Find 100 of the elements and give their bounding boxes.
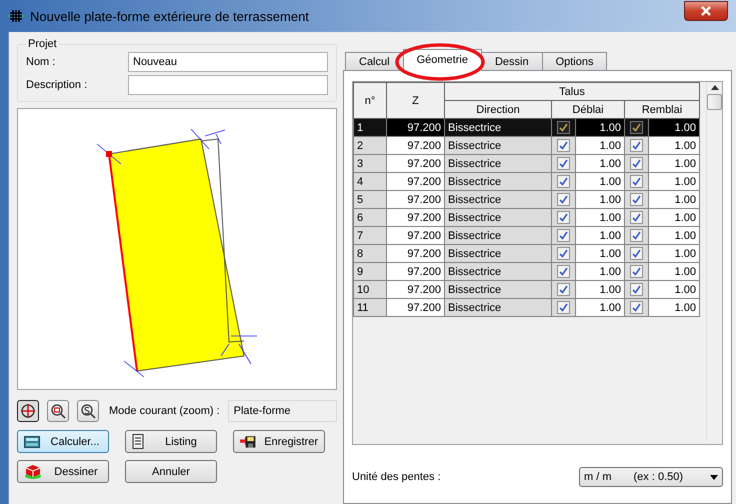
table-cell: 1.00	[576, 280, 624, 298]
checkbox[interactable]	[557, 283, 570, 296]
zoom-tool-button[interactable]	[47, 400, 69, 422]
checkbox[interactable]	[630, 139, 643, 152]
checkbox[interactable]	[557, 157, 570, 170]
action-button[interactable]: Annuler	[125, 460, 217, 483]
table-cell: 10	[354, 280, 386, 298]
table-cell: Bissectrice	[444, 136, 552, 154]
table-cell: 9	[354, 262, 386, 280]
table-cell: Bissectrice	[444, 244, 552, 262]
table-cell: 1.00	[648, 208, 700, 226]
checkbox[interactable]	[557, 121, 570, 134]
table-cell: 97.200	[386, 262, 444, 280]
units-dropdown[interactable]: m / m (ex : 0.50)	[579, 467, 723, 487]
zoom-tool-button[interactable]	[17, 400, 39, 422]
checkbox[interactable]	[630, 211, 643, 224]
column-header: Z	[386, 82, 444, 118]
zoom-window-icon	[50, 403, 66, 419]
tab[interactable]: Calcul	[345, 52, 404, 71]
table-cell: 1.00	[648, 280, 700, 298]
table-cell: 1.00	[576, 172, 624, 190]
table-cell: 1.00	[576, 190, 624, 208]
units-label: Unité des pentes :	[352, 471, 441, 483]
checkbox[interactable]	[630, 175, 643, 188]
checkbox[interactable]	[557, 301, 570, 314]
table-cell: Bissectrice	[444, 262, 552, 280]
table-cell: 7	[354, 226, 386, 244]
table-cell: Bissectrice	[444, 172, 552, 190]
table-cell: 97.200	[386, 136, 444, 154]
table-cell: Bissectrice	[444, 298, 552, 316]
checkbox[interactable]	[557, 139, 570, 152]
column-header: n°	[354, 82, 386, 118]
table-cell: 97.200	[386, 298, 444, 316]
column-header: Direction	[444, 100, 552, 118]
checkbox[interactable]	[630, 265, 643, 278]
crosshair-icon	[20, 403, 36, 419]
checkbox[interactable]	[630, 247, 643, 260]
action-button[interactable]: Listing	[125, 430, 217, 453]
table-cell: 97.200	[386, 118, 444, 136]
table-cell: 4	[354, 172, 386, 190]
table-cell: 1.00	[576, 244, 624, 262]
scroll-up-arrow-icon[interactable]	[710, 85, 718, 90]
table-cell: 97.200	[386, 190, 444, 208]
mode-label: Mode courant (zoom) :	[109, 405, 220, 417]
zoom-tool-button[interactable]	[77, 400, 99, 422]
checkbox[interactable]	[557, 247, 570, 260]
table-cell: 1.00	[648, 154, 700, 172]
action-button[interactable]: Dessiner	[17, 460, 109, 483]
checkbox[interactable]	[630, 121, 643, 134]
action-button[interactable]: Enregistrer	[233, 430, 325, 453]
table-cell: Bissectrice	[444, 190, 552, 208]
checkbox[interactable]	[630, 229, 643, 242]
tab[interactable]: Dessin	[480, 52, 543, 71]
tab[interactable]: Options	[542, 52, 608, 71]
table-cell: 1.00	[648, 244, 700, 262]
column-header: Déblai	[552, 100, 624, 118]
table-cell: 1.00	[648, 226, 700, 244]
scroll-thumb[interactable]	[707, 94, 722, 110]
table-cell: 1.00	[576, 226, 624, 244]
window-title: Nouvelle plate-forme extérieure de terrassement	[30, 8, 310, 24]
close-button[interactable]	[684, 1, 728, 21]
checkbox[interactable]	[630, 193, 643, 206]
text-field[interactable]: Nouveau	[128, 52, 328, 72]
table-cell: 1.00	[648, 172, 700, 190]
checkbox[interactable]	[630, 157, 643, 170]
table-cell: 97.200	[386, 172, 444, 190]
mode-field: Plate-forme	[228, 400, 337, 422]
table-cell: Bissectrice	[444, 118, 552, 136]
checkbox[interactable]	[630, 301, 643, 314]
table-cell: Bissectrice	[444, 226, 552, 244]
table-cell: 6	[354, 208, 386, 226]
table-cell: 1.00	[576, 136, 624, 154]
grid-icon	[8, 9, 24, 23]
table-cell: 1.00	[648, 298, 700, 316]
scrollbar[interactable]	[706, 82, 722, 442]
tab[interactable]: Géometrie	[402, 49, 482, 71]
checkbox[interactable]	[557, 229, 570, 242]
table-cell: 1.00	[576, 118, 624, 136]
table-cell: 11	[354, 298, 386, 316]
table-cell: 2	[354, 136, 386, 154]
field-label: Nom :	[26, 56, 56, 68]
table-cell: 1.00	[648, 262, 700, 280]
text-field[interactable]	[128, 75, 328, 95]
table-cell: Bissectrice	[444, 280, 552, 298]
table-cell: Bissectrice	[444, 154, 552, 172]
table-cell: 97.200	[386, 244, 444, 262]
table-cell: 97.200	[386, 154, 444, 172]
column-header: Talus	[444, 82, 700, 100]
checkbox[interactable]	[557, 175, 570, 188]
table-cell: 1.00	[576, 208, 624, 226]
checkbox[interactable]	[557, 211, 570, 224]
checkbox[interactable]	[557, 265, 570, 278]
action-button[interactable]: Calculer...	[17, 430, 109, 453]
column-header: Remblai	[624, 100, 700, 118]
cube-icon	[24, 464, 42, 479]
checkbox[interactable]	[630, 283, 643, 296]
checkbox[interactable]	[557, 193, 570, 206]
floppy-disk-icon	[240, 433, 256, 450]
table-cell: 1	[354, 118, 386, 136]
table-cell: 1.00	[576, 154, 624, 172]
